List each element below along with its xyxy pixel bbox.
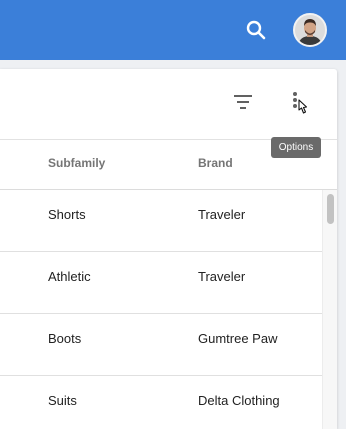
cell-brand: Gumtree Paw: [198, 331, 278, 346]
user-avatar[interactable]: [293, 13, 327, 47]
search-icon[interactable]: [244, 18, 268, 42]
cell-subfamily: Boots: [48, 331, 82, 346]
table-row[interactable]: Athletic Traveler: [0, 252, 322, 314]
table-row[interactable]: Shorts Traveler: [0, 190, 322, 252]
top-app-bar: [0, 0, 346, 60]
table-row[interactable]: Suits Delta Clothing: [0, 376, 322, 429]
table-body: Shorts Traveler Athletic Traveler Boots …: [0, 190, 322, 429]
cell-subfamily: Shorts: [48, 207, 86, 222]
cell-subfamily: Athletic: [48, 269, 91, 284]
vertical-scrollbar[interactable]: [322, 190, 337, 429]
options-tooltip: Options: [271, 137, 321, 158]
options-icon[interactable]: [284, 89, 312, 117]
filter-icon[interactable]: [230, 89, 256, 115]
data-table-card: Subfamily Brand Shorts Traveler Athletic…: [0, 69, 337, 429]
cell-brand: Delta Clothing: [198, 393, 280, 408]
scrollbar-thumb[interactable]: [327, 194, 334, 224]
column-header-subfamily[interactable]: Subfamily: [48, 156, 105, 170]
cell-subfamily: Suits: [48, 393, 77, 408]
cell-brand: Traveler: [198, 207, 246, 222]
table-row[interactable]: Boots Gumtree Paw: [0, 314, 322, 376]
table-toolbar: [0, 69, 337, 139]
cell-brand: Traveler: [198, 269, 246, 284]
column-header-brand[interactable]: Brand: [198, 156, 233, 170]
